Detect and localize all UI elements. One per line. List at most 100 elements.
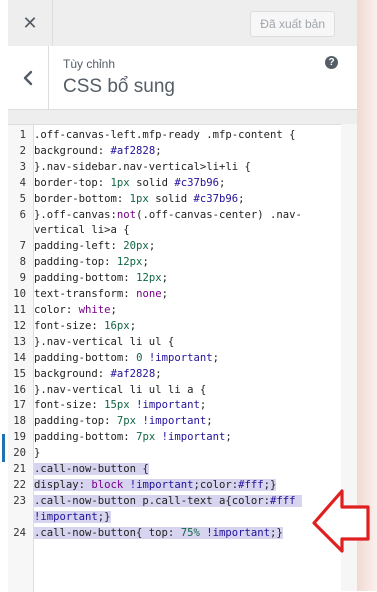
code-token: }.nav-vertical li ul { [34,335,175,348]
code-text[interactable]: padding-bottom: 7px !important; [30,430,341,446]
code-lines[interactable]: 1 .off-canvas-left.mfp-ready .mfp-content… [8,128,341,542]
code-line[interactable]: 18 padding-top: 7px !important; [8,414,341,430]
code-token: ; [142,256,149,269]
code-token: ; [155,367,162,380]
code-line[interactable]: 17 font-size: 15px !important; [8,398,341,414]
code-text[interactable]: border-bottom: 1px solid #c37b96; [30,192,341,208]
line-number: 1 [19,129,26,141]
code-text[interactable]: padding-bottom: 0 !important; [30,351,341,367]
code-text[interactable]: background: #af2828; [30,367,341,383]
code-text[interactable]: display: block !important;color:#fff;} [30,478,341,494]
code-text[interactable]: padding-left: 20px; [30,239,341,255]
line-number: 3 [19,160,26,173]
code-line[interactable]: 14 padding-bottom: 0 !important; [8,351,341,367]
code-token: text-transform: [34,288,137,301]
code-line[interactable]: 21 .call-now-button { [8,462,341,478]
code-token: .off-canvas-left.mfp-ready .mfp-content … [34,129,296,141]
line-number: 18 [13,415,26,428]
line-number: 15 [13,367,26,380]
code-line[interactable]: 12 font-size: 16px; [8,319,341,335]
line-number: 17 [13,399,26,412]
code-text[interactable]: background: #af2828; [30,144,341,160]
code-text[interactable]: }.nav-sidebar.nav-vertical>li+li { [30,160,341,176]
code-token: .call-now-button { [34,463,149,476]
code-token: ; [238,192,245,205]
code-line[interactable]: 5 border-bottom: 1px solid #c37b96; [8,192,341,208]
css-code-editor[interactable]: 1 .off-canvas-left.mfp-ready .mfp-content… [2,124,341,592]
help-icon[interactable]: ? [325,56,338,69]
code-text[interactable]: color: white; [30,303,341,319]
close-icon[interactable]: ✕ [8,0,53,46]
line-number: 7 [19,240,26,253]
code-text[interactable]: padding-bottom: 12px; [30,271,341,287]
code-text[interactable]: font-size: 15px !important; [30,398,341,414]
code-text[interactable]: }.nav-vertical li ul li a { [30,383,341,399]
code-text[interactable]: padding-top: 12px; [30,255,341,271]
chevron-left-icon [23,70,33,85]
code-line[interactable]: 3 }.nav-sidebar.nav-vertical>li+li { [8,160,341,176]
code-token: !important [34,510,98,523]
code-text[interactable]: border-top: 1px solid #c37b96; [30,176,341,192]
code-line[interactable]: 24 .call-now-button{ top: 75% !important;… [8,526,341,542]
code-line[interactable]: 13 }.nav-vertical li ul { [8,335,341,351]
line-number: 2 [19,144,26,157]
code-text[interactable]: font-size: 16px; [30,319,341,335]
published-button[interactable]: Đã xuất bản [250,11,335,37]
code-token: ; [161,272,168,285]
code-token: #af2828 [110,367,156,380]
code-token: .call-now-button p.call-text a{color: [34,494,270,507]
code-token: 12px [116,256,143,269]
code-token: padding-top: [34,415,117,428]
breadcrumb: Tùy chỉnh [63,57,116,71]
code-text[interactable]: }.nav-vertical li ul { [30,335,341,351]
code-text[interactable]: .off-canvas-left.mfp-ready .mfp-content … [30,128,341,144]
code-token: padding-bottom: [34,272,137,285]
code-line[interactable]: 10 text-transform: none; [8,287,341,303]
code-token: solid [148,192,194,205]
code-line[interactable]: 4 border-top: 1px solid #c37b96; [8,176,341,192]
code-text[interactable]: .call-now-button{ top: 75% !important;} [30,526,341,542]
cursor-line-marker [2,434,5,462]
code-line[interactable]: 16}.nav-vertical li ul li a { [8,383,341,399]
code-line[interactable]: 9 padding-bottom: 12px; [8,271,341,287]
code-line[interactable]: 15 background: #af2828; [8,367,341,383]
code-token: 16px [104,319,130,332]
line-number: 20 [13,447,26,460]
code-text[interactable]: padding-top: 7px !important; [30,414,341,430]
code-token: 7px [136,431,156,444]
code-line[interactable]: 19 padding-bottom: 7px !important; [8,430,341,446]
code-text[interactable]: .call-now-button p.call-text a{color:#ff… [30,494,341,526]
back-button[interactable] [8,46,49,109]
code-line[interactable]: 6}.off-canvas:not(.off-canvas-center) .n… [8,208,341,240]
code-token: none [136,288,162,301]
line-number: 13 [13,335,26,348]
code-token: background: [34,144,111,157]
code-text[interactable]: .call-now-button { [30,462,341,478]
code-token: ; [110,303,117,316]
line-number: 14 [13,351,26,364]
code-line[interactable]: 20} [8,446,341,462]
code-line[interactable]: 23 .call-now-button p.call-text a{color:#… [8,494,341,526]
code-line[interactable]: 11 color: white; [8,303,341,319]
code-line[interactable]: 22 display: block !important;color:#fff;} [8,478,341,494]
code-line[interactable]: 1 .off-canvas-left.mfp-ready .mfp-content… [8,128,341,144]
code-text[interactable]: text-transform: none; [30,287,341,303]
code-line[interactable]: 8 padding-top: 12px; [8,255,341,271]
page-title: CSS bổ sung [63,76,175,97]
code-token: padding-bottom: [34,351,137,364]
line-number: 9 [19,272,26,285]
code-text[interactable]: } [30,446,341,462]
line-number: 10 [13,288,26,301]
line-number: 21 [13,463,26,476]
code-text[interactable]: }.off-canvas:not(.off-canvas-center) .na… [30,208,341,240]
code-token: 1px [110,176,130,189]
code-token: !important [136,399,200,412]
line-number: 22 [13,478,26,491]
code-line[interactable]: 7 padding-left: 20px; [8,239,341,255]
code-token: ; [212,351,220,364]
customizer-header: ✕ Đã xuất bản [8,0,357,47]
code-token: 20px [123,240,149,253]
code-token: ; [129,319,137,332]
code-line[interactable]: 2 background: #af2828; [8,144,341,160]
